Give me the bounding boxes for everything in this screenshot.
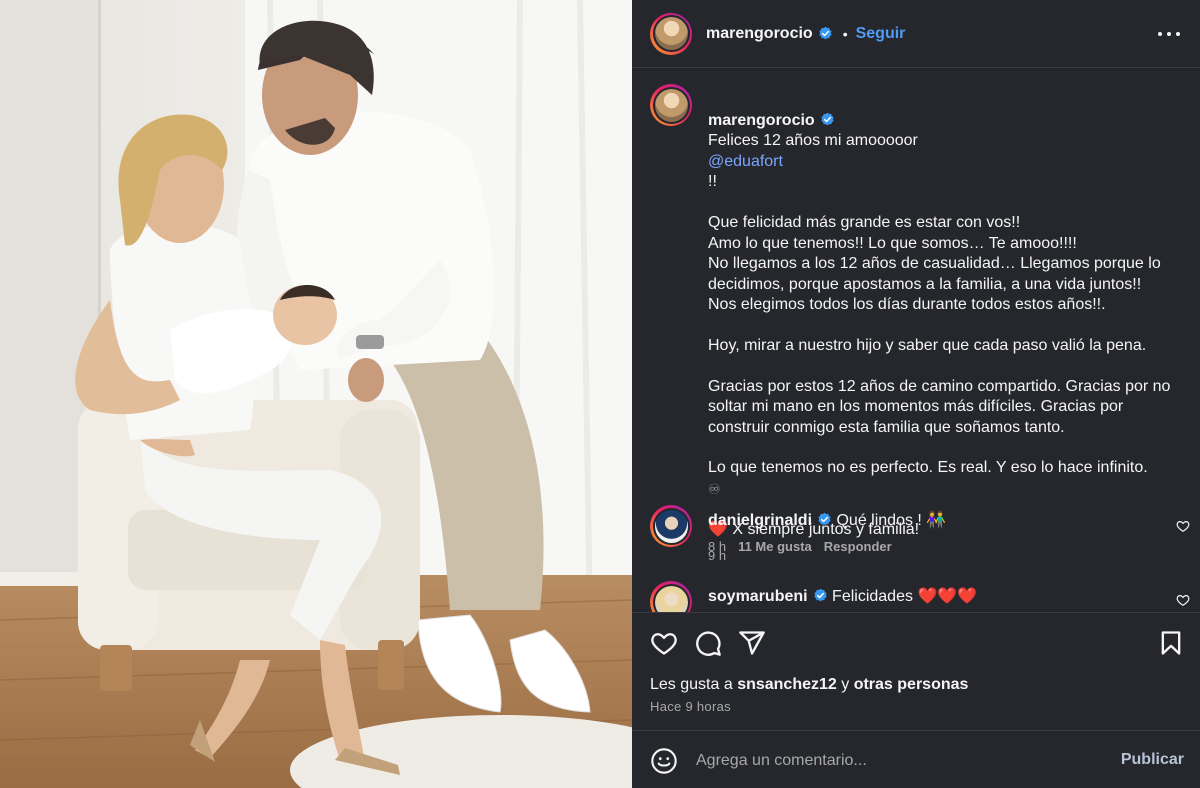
post-timestamp[interactable]: Hace 9 horas (650, 699, 731, 714)
header-separator: • (842, 25, 848, 42)
caption-mention-link[interactable]: @eduafort (708, 153, 783, 170)
family-photo-illustration (0, 0, 632, 788)
comment-icon[interactable] (694, 629, 722, 657)
comment-heart-icon[interactable] (1176, 593, 1190, 607)
save-icon[interactable] (1157, 629, 1185, 657)
comments-scroll-area[interactable]: marengorocio Felices 12 años mi amooooor… (632, 69, 1200, 612)
comment-composer: Publicar (632, 730, 1200, 788)
couple-emoji: 👫 (926, 512, 947, 529)
comment-author-avatar[interactable] (650, 581, 692, 612)
likes-summary: Les gusta a snsanchez12 y otras personas (650, 676, 968, 694)
comment-reply-button[interactable]: Responder (824, 539, 892, 554)
author-avatar[interactable] (650, 12, 692, 55)
likes-user-link[interactable]: snsanchez12 (737, 676, 837, 693)
publish-button[interactable]: Publicar (1121, 751, 1184, 769)
comment-input[interactable] (696, 747, 1096, 775)
comment-author-avatar[interactable] (650, 505, 692, 547)
more-options-icon[interactable] (1158, 24, 1180, 44)
post-header: marengorocio • Seguir (632, 0, 1200, 68)
verified-badge-icon (817, 512, 832, 527)
verified-badge-icon (813, 588, 828, 603)
comment-text: danielgrinaldi Qué lindos ! 👫 (708, 511, 1148, 531)
comment-text: soymarubeni Felicidades ❤️❤️❤️ (708, 587, 1148, 607)
post-details-panel: marengorocio • Seguir marengorocio Felic… (632, 0, 1200, 788)
hearts-emoji: ❤️❤️❤️ (917, 588, 978, 605)
heart-icon[interactable] (650, 629, 678, 657)
likes-joiner: y (841, 676, 850, 693)
emoji-icon[interactable] (650, 747, 678, 775)
caption-paragraph-1: Que felicidad más grande es estar con vo… (708, 213, 1161, 314)
comment-username[interactable]: soymarubeni (708, 588, 808, 605)
comment-time[interactable]: 8 h (708, 539, 726, 554)
author-avatar-image (654, 17, 688, 50)
caption-paragraph-3: Gracias por estos 12 años de camino comp… (708, 377, 1171, 436)
post-actions: Les gusta a snsanchez12 y otras personas… (632, 612, 1200, 730)
comment-username[interactable]: danielgrinaldi (708, 512, 812, 529)
caption-paragraph-2: Hoy, mirar a nuestro hijo y saber que ca… (708, 336, 1147, 354)
author-username[interactable]: marengorocio (706, 25, 813, 43)
infinity-emoji: ♾ (708, 480, 721, 497)
comment-body: Felicidades (832, 588, 913, 605)
post-modal: marengorocio • Seguir marengorocio Felic… (0, 0, 1200, 788)
likes-others-link[interactable]: otras personas (854, 676, 969, 693)
post-photo[interactable] (0, 0, 632, 788)
verified-badge-icon (820, 112, 835, 127)
share-icon[interactable] (738, 629, 766, 657)
comment-heart-icon[interactable] (1176, 519, 1190, 533)
comment-meta: 8 h 11 Me gusta Responder (708, 539, 892, 554)
likes-prefix: Les gusta a (650, 676, 733, 693)
comment-body: Qué lindos ! (836, 512, 922, 529)
comment-likes-count[interactable]: 11 Me gusta (738, 539, 812, 554)
caption-author-avatar[interactable] (650, 84, 692, 126)
caption-first-line: Felices 12 años mi amooooor (708, 132, 918, 150)
verified-badge-icon (818, 26, 833, 41)
caption-username[interactable]: marengorocio (708, 112, 815, 129)
caption-paragraph-4: Lo que tenemos no es perfecto. Es real. … (708, 459, 1148, 477)
caption-first-line-end: !! (708, 173, 717, 191)
caption-text: marengorocio Felices 12 años mi amooooor… (708, 90, 1178, 567)
follow-button[interactable]: Seguir (856, 25, 906, 43)
